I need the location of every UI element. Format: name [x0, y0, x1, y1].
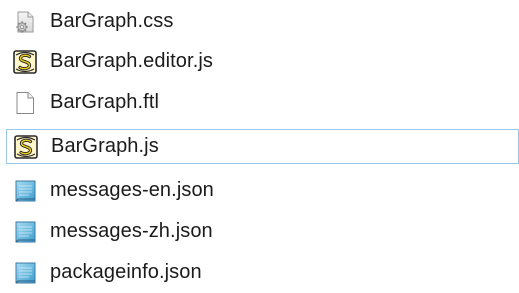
file-row-bargraph-js[interactable]: BarGraph.js: [6, 129, 519, 164]
file-name: messages-zh.json: [50, 220, 213, 242]
json-file-icon: [12, 260, 38, 286]
js-script-file-icon: [12, 49, 38, 75]
file-row-bargraph-editor-js[interactable]: BarGraph.editor.js: [6, 44, 519, 79]
file-row-bargraph-css[interactable]: BarGraph.css: [6, 4, 519, 39]
file-list: BarGraph.css BarGraph.editor.js BarGraph…: [0, 0, 519, 293]
json-file-icon: [12, 178, 38, 204]
js-script-file-icon: [13, 134, 39, 160]
file-name: packageinfo.json: [50, 261, 202, 283]
file-name: BarGraph.editor.js: [50, 50, 213, 72]
css-file-icon: [12, 9, 38, 35]
file-row-bargraph-ftl[interactable]: BarGraph.ftl: [6, 85, 519, 120]
file-row-messages-en-json[interactable]: messages-en.json: [6, 173, 519, 208]
file-row-packageinfo-json[interactable]: packageinfo.json: [6, 255, 519, 290]
file-name: BarGraph.ftl: [50, 91, 160, 113]
file-row-messages-zh-json[interactable]: messages-zh.json: [6, 214, 519, 249]
file-name: BarGraph.css: [50, 10, 174, 32]
json-file-icon: [12, 219, 38, 245]
file-name: messages-en.json: [50, 179, 214, 201]
blank-file-icon: [12, 90, 38, 116]
file-name: BarGraph.js: [51, 135, 159, 157]
